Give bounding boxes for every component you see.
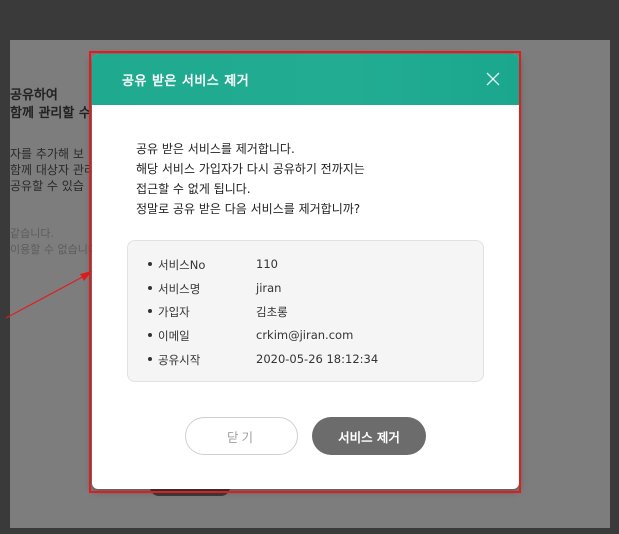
dialog-header: 공유 받은 서비스 제거 xyxy=(92,54,519,105)
info-label: 서비스No xyxy=(158,258,206,272)
info-value: 110 xyxy=(256,257,278,271)
info-row-email: 이메일 crkim@jiran.com xyxy=(148,327,468,347)
close-button[interactable]: 닫기 xyxy=(185,417,298,455)
info-row-service-no: 서비스No 110 xyxy=(148,256,468,276)
close-icon[interactable] xyxy=(481,67,505,91)
info-value: 2020-05-26 18:12:34 xyxy=(256,352,379,366)
remove-service-button[interactable]: 서비스 제거 xyxy=(312,417,426,455)
dialog-message: 공유 받은 서비스를 제거합니다. 해당 서비스 가입자가 다시 공유하기 전까… xyxy=(136,139,476,219)
message-line: 공유 받은 서비스를 제거합니다. xyxy=(136,142,295,156)
info-label: 가입자 xyxy=(158,305,190,319)
remove-service-dialog: 공유 받은 서비스 제거 공유 받은 서비스를 제거합니다. 해당 서비스 가입… xyxy=(92,54,519,489)
info-row-service-name: 서비스명 jiran xyxy=(148,280,468,300)
info-value: jiran xyxy=(256,281,282,295)
bullet-icon xyxy=(148,262,152,266)
info-value: crkim@jiran.com xyxy=(256,328,354,342)
bullet-icon xyxy=(148,286,152,290)
dialog-title: 공유 받은 서비스 제거 xyxy=(122,74,250,89)
bullet-icon xyxy=(148,333,152,337)
info-row-share-start: 공유시작 2020-05-26 18:12:34 xyxy=(148,351,468,371)
bullet-icon xyxy=(148,309,152,313)
message-line: 해당 서비스 가입자가 다시 공유하기 전까지는 xyxy=(136,162,365,176)
info-row-subscriber: 가입자 김초롱 xyxy=(148,303,468,323)
service-info-box: 서비스No 110 서비스명 jiran 가입자 김초롱 이메일 crkim@j… xyxy=(127,240,484,382)
info-label: 서비스명 xyxy=(158,282,201,296)
bullet-icon xyxy=(148,357,152,361)
info-label: 이메일 xyxy=(158,329,190,343)
info-value: 김초롱 xyxy=(256,305,288,319)
message-line: 접근할 수 없게 됩니다. xyxy=(136,182,251,196)
message-line: 정말로 공유 받은 다음 서비스를 제거합니까? xyxy=(136,202,361,216)
info-label: 공유시작 xyxy=(158,353,201,367)
